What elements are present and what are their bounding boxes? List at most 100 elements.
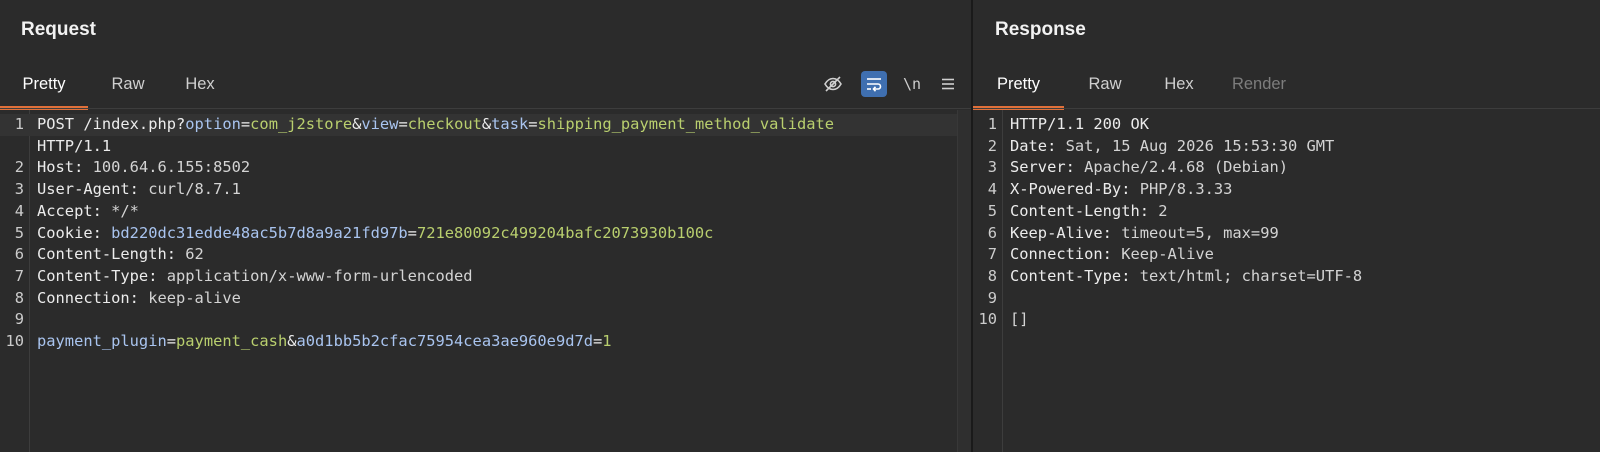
- code-line[interactable]: 8 Connection: keep-alive: [0, 288, 957, 310]
- code-line[interactable]: 1 HTTP/1.1 200 OK: [973, 114, 1600, 136]
- line-content: Accept: */*: [37, 201, 139, 223]
- code-line[interactable]: 10 payment_plugin=payment_cash&a0d1bb5b2c…: [0, 331, 957, 353]
- code-token: */*: [111, 201, 139, 220]
- code-token: =: [593, 332, 603, 350]
- code-line[interactable]: 3 Server: Apache/2.4.68 (Debian): [973, 157, 1600, 179]
- code-line[interactable]: 9: [0, 309, 957, 331]
- response-pane: Response Pretty Raw Hex Render 1 HTTP/1.1…: [973, 0, 1600, 452]
- code-token: Content-Length:: [1010, 201, 1159, 220]
- line-number: 10: [978, 310, 997, 329]
- code-token: keep-alive: [148, 288, 241, 307]
- code-token: Cookie:: [37, 223, 112, 242]
- code-line[interactable]: 6 Keep-Alive: timeout=5, max=99: [973, 223, 1600, 245]
- code-line[interactable]: 2 Host: 100.64.6.155:8502: [0, 157, 957, 179]
- code-token: &: [352, 115, 362, 133]
- code-token: 1: [602, 332, 612, 350]
- code-token: checkout: [407, 115, 482, 133]
- response-tab-hex[interactable]: Hex: [1154, 62, 1204, 106]
- line-content: Content-Type: application/x-www-form-url…: [37, 266, 473, 288]
- code-line[interactable]: 7 Connection: Keep-Alive: [973, 244, 1600, 266]
- code-line[interactable]: 8 Content-Type: text/html; charset=UTF-8: [973, 266, 1600, 288]
- code-token: POST /index.php?: [37, 115, 186, 133]
- code-line[interactable]: 9: [973, 288, 1600, 310]
- code-token: Host:: [37, 158, 93, 177]
- line-content: Content-Length: 62: [37, 244, 204, 266]
- code-line[interactable]: 1 POST /index.php?option=com_j2store&view…: [0, 114, 957, 136]
- line-number: 4: [987, 180, 997, 199]
- code-token: Server:: [1010, 158, 1085, 177]
- line-content: Cookie: bd220dc31edde48ac5b7d8a9a21fd97b…: [37, 223, 713, 245]
- code-line[interactable]: 2 Date: Sat, 15 Aug 2026 15:53:30 GMT: [973, 136, 1600, 158]
- code-token: Sat, 15 Aug 2026 15:53:30 GMT: [1065, 136, 1335, 155]
- line-number: 2: [987, 136, 997, 155]
- line-number: 6: [14, 245, 24, 264]
- code-token: =: [528, 115, 538, 133]
- code-token: bd220dc31edde48ac5b7d8a9a21fd97b: [111, 223, 408, 242]
- code-token: option: [185, 115, 241, 133]
- code-line[interactable]: 4 Accept: */*: [0, 201, 957, 223]
- line-number: 2: [14, 158, 24, 177]
- code-line[interactable]: 10 []: [973, 309, 1600, 331]
- code-line[interactable]: 5 Content-Length: 2: [973, 201, 1600, 223]
- code-token: 62: [185, 245, 204, 264]
- line-number: 8: [14, 288, 24, 307]
- menu-icon[interactable]: [935, 71, 961, 97]
- line-number: 10: [5, 332, 24, 350]
- code-token: HTTP/1.1: [37, 136, 112, 155]
- code-token: a0d1bb5b2cfac75954cea3ae960e9d7d: [296, 332, 594, 350]
- code-line[interactable]: 3 User-Agent: curl/8.7.1: [0, 179, 957, 201]
- line-number: 6: [987, 223, 997, 242]
- line-content: Connection: Keep-Alive: [1010, 244, 1214, 266]
- code-token: curl/8.7.1: [148, 180, 241, 199]
- hide-icon[interactable]: [820, 71, 846, 97]
- line-number: 3: [987, 158, 997, 177]
- code-token: Keep-Alive: [1121, 245, 1214, 264]
- code-token: com_j2store: [250, 115, 353, 133]
- code-line[interactable]: 5 Cookie: bd220dc31edde48ac5b7d8a9a21fd97…: [0, 223, 957, 245]
- code-token: =: [166, 332, 177, 350]
- response-editor[interactable]: 1 HTTP/1.1 200 OK 2 Date: Sat, 15 Aug 2026 …: [973, 110, 1600, 452]
- line-content: X-Powered-By: PHP/8.3.33: [1010, 179, 1232, 201]
- code-line[interactable]: 7 Content-Type: application/x-www-form-ur…: [0, 266, 957, 288]
- code-token: 721e80092c499204bafc2073930b100c: [416, 223, 714, 242]
- line-content: Content-Length: 2: [1010, 201, 1168, 223]
- request-tab-raw[interactable]: Raw: [100, 62, 156, 106]
- line-number: 7: [14, 266, 24, 285]
- line-content: Connection: keep-alive: [37, 288, 241, 310]
- response-tab-render: Render: [1231, 75, 1287, 93]
- line-number: 5: [987, 201, 997, 220]
- line-number: 3: [14, 180, 24, 199]
- code-line[interactable]: 4 X-Powered-By: PHP/8.3.33: [973, 179, 1600, 201]
- line-content: POST /index.php?option=com_j2store&view=…: [37, 114, 834, 136]
- code-token: Apache/2.4.68 (Debian): [1084, 158, 1288, 177]
- response-tab-raw[interactable]: Raw: [1078, 62, 1132, 106]
- line-number: 9: [14, 310, 24, 329]
- code-token: &: [287, 332, 297, 350]
- code-token: =: [398, 115, 408, 133]
- code-token: Content-Type:: [37, 266, 167, 285]
- request-tab-divider: [0, 108, 971, 109]
- code-token: &: [481, 115, 492, 133]
- request-tab-hex[interactable]: Hex: [176, 62, 224, 106]
- code-token: timeout=5, max=99: [1121, 223, 1279, 242]
- response-title: Response: [995, 19, 1086, 40]
- response-tab-pretty[interactable]: Pretty: [973, 62, 1064, 110]
- code-token: view: [361, 115, 399, 133]
- line-number: 9: [987, 288, 997, 307]
- request-editor[interactable]: 1 POST /index.php?option=com_j2store&view…: [0, 110, 971, 452]
- line-content: Keep-Alive: timeout=5, max=99: [1010, 223, 1279, 245]
- code-line[interactable]: 6 Content-Length: 62: [0, 244, 957, 266]
- line-number: 8: [987, 266, 997, 285]
- code-token: Accept:: [37, 201, 112, 220]
- line-content: []: [1010, 309, 1029, 331]
- request-tab-pretty[interactable]: Pretty: [0, 62, 88, 110]
- line-content: User-Agent: curl/8.7.1: [37, 179, 241, 201]
- code-token: Content-Length:: [37, 245, 186, 264]
- line-number: 7: [987, 245, 997, 264]
- request-scrollbar[interactable]: [957, 110, 971, 452]
- code-token: =: [407, 223, 417, 242]
- code-line[interactable]: HTTP/1.1: [0, 136, 957, 158]
- word-wrap-icon[interactable]: [861, 71, 887, 97]
- line-content: HTTP/1.1 200 OK: [1010, 114, 1149, 136]
- newline-toggle[interactable]: \n: [899, 71, 925, 97]
